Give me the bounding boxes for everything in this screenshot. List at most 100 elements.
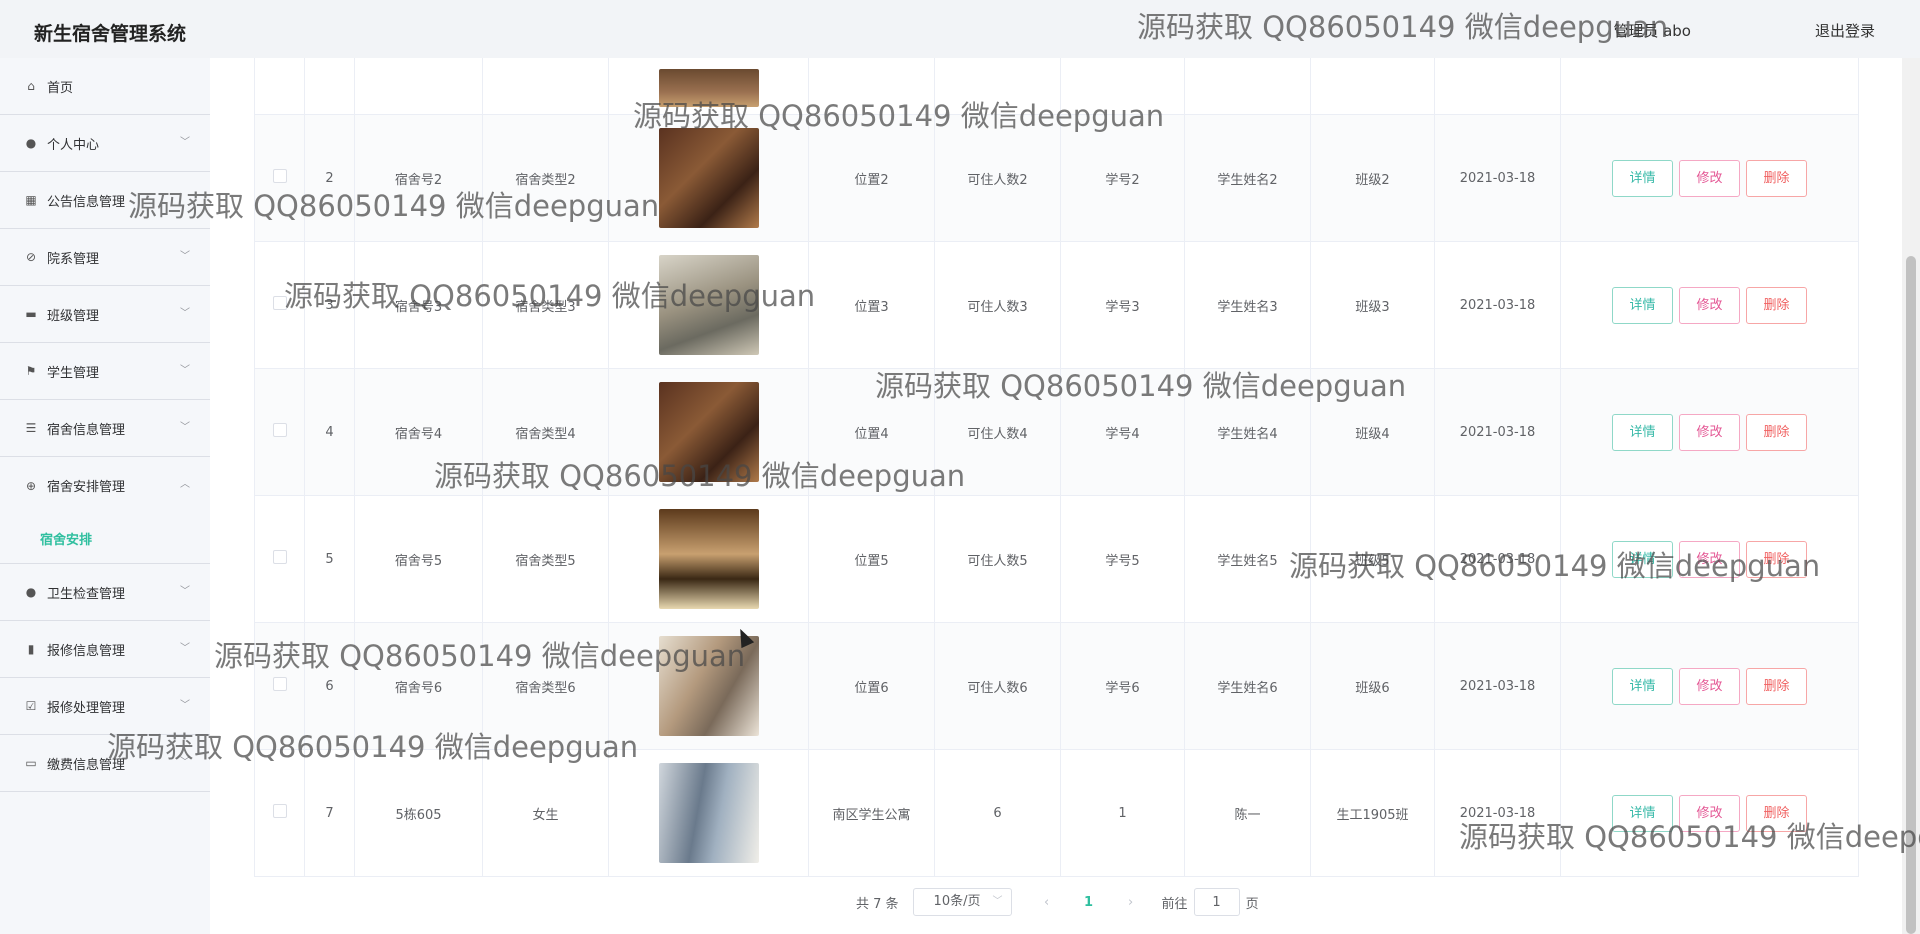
room-no: 5栋605 bbox=[354, 749, 483, 877]
page-number-current[interactable]: 1 bbox=[1074, 895, 1104, 910]
sidebar-item-label: 报修信息管理 bbox=[47, 643, 126, 659]
date: 2021-03-18 bbox=[1434, 749, 1561, 877]
sidebar-menu: ⌂ 首页 ● 个人中心 ﹀ ▦ 公告信息管理 ⊘ 院系管理 ﹀ ▬ 班级管理 ﹀… bbox=[0, 58, 210, 934]
chevron-down-icon: ﹀ bbox=[180, 422, 190, 433]
sidebar-item-label: 宿舍信息管理 bbox=[47, 422, 126, 438]
chevron-down-icon: ﹀ bbox=[992, 896, 1003, 907]
chevron-down-icon: ﹀ bbox=[180, 586, 190, 597]
logout-link[interactable]: 退出登录 bbox=[1815, 20, 1875, 41]
sidebar-item-hygiene[interactable]: ● 卫生检查管理 ﹀ bbox=[0, 564, 210, 621]
page-size-select[interactable]: 10条/页 ﹀ bbox=[912, 888, 1012, 916]
room-type: 女生 bbox=[482, 749, 609, 877]
sidebar-item-dorm-arrangement[interactable]: ⊕ 宿舍安排管理 ︿ bbox=[0, 457, 210, 514]
row-index: 7 bbox=[304, 749, 355, 877]
chevron-up-icon: ︿ bbox=[180, 479, 190, 490]
student-name: 学生姓名3 bbox=[1184, 241, 1311, 369]
edit-button[interactable]: 修改 bbox=[1679, 794, 1740, 832]
date: 2021-03-18 bbox=[1434, 495, 1561, 623]
delete-button[interactable]: 删除 bbox=[1746, 159, 1807, 197]
chevron-down-icon: ﹀ bbox=[180, 251, 190, 262]
edit-button[interactable]: 修改 bbox=[1679, 413, 1740, 451]
vertical-scrollbar[interactable] bbox=[1902, 0, 1920, 934]
edit-button[interactable]: 修改 bbox=[1679, 286, 1740, 324]
sidebar-item-classes[interactable]: ▬ 班级管理 ﹀ bbox=[0, 286, 210, 343]
student-name: 学生姓名4 bbox=[1184, 368, 1311, 496]
edit-button[interactable]: 修改 bbox=[1679, 667, 1740, 705]
detail-button[interactable]: 详情 bbox=[1612, 667, 1673, 705]
sidebar-item-dorm-info[interactable]: ☰ 宿舍信息管理 ﹀ bbox=[0, 400, 210, 457]
date: 2021-03-18 bbox=[1434, 368, 1561, 496]
flag-icon: ⚑ bbox=[25, 364, 37, 378]
chevron-down-icon: ﹀ bbox=[180, 700, 190, 711]
list-icon: ☰ bbox=[25, 421, 37, 435]
goto-label: 前往 bbox=[1161, 896, 1188, 912]
delete-button[interactable]: 删除 bbox=[1746, 286, 1807, 324]
pagination: 共 7 条 10条/页 ﹀ ‹ 1 › 前往 页 bbox=[856, 887, 1259, 917]
room-photo bbox=[658, 128, 759, 228]
delete-button[interactable]: 删除 bbox=[1746, 413, 1807, 451]
date: 2021-03-18 bbox=[1434, 241, 1561, 369]
user-icon: ● bbox=[25, 136, 37, 150]
room-no: 宿舍号2 bbox=[354, 114, 483, 242]
delete-button[interactable]: 删除 bbox=[1746, 540, 1807, 578]
class-name: 生工1905班 bbox=[1310, 749, 1435, 877]
grid-icon: ▦ bbox=[25, 193, 37, 207]
goto-page-input[interactable] bbox=[1193, 888, 1240, 916]
room-photo bbox=[658, 68, 759, 107]
row-checkbox[interactable] bbox=[272, 423, 287, 437]
sidebar-item-personal-center[interactable]: ● 个人中心 ﹀ bbox=[0, 115, 210, 172]
chevron-down-icon: ﹀ bbox=[180, 643, 190, 654]
location: 位置6 bbox=[808, 622, 935, 750]
detail-button[interactable]: 详情 bbox=[1612, 794, 1673, 832]
submenu-dorm-arrangement[interactable]: 宿舍安排 bbox=[0, 514, 210, 564]
page-size-value: 10条/页 bbox=[933, 894, 981, 909]
row-index: 2 bbox=[304, 114, 355, 242]
scrollbar-thumb[interactable] bbox=[1906, 256, 1916, 934]
row-checkbox[interactable] bbox=[272, 677, 287, 691]
sidebar-item-students[interactable]: ⚑ 学生管理 ﹀ bbox=[0, 343, 210, 400]
room-type: 宿舍类型4 bbox=[482, 368, 609, 496]
sidebar-item-departments[interactable]: ⊘ 院系管理 ﹀ bbox=[0, 229, 210, 286]
home-icon: ⌂ bbox=[27, 79, 35, 93]
sidebar-item-label: 缴费信息管理 bbox=[47, 757, 126, 773]
next-page-button[interactable]: › bbox=[1116, 895, 1146, 910]
date: 2021-03-18 bbox=[1434, 114, 1561, 242]
chevron-down-icon: ﹀ bbox=[180, 365, 190, 376]
edit-button[interactable]: 修改 bbox=[1679, 540, 1740, 578]
edit-button[interactable]: 修改 bbox=[1679, 159, 1740, 197]
sidebar-item-home[interactable]: ⌂ 首页 bbox=[0, 58, 210, 115]
sidebar-item-repair-handling[interactable]: ☑ 报修处理管理 ﹀ bbox=[0, 678, 210, 735]
student-no: 学号4 bbox=[1060, 368, 1185, 496]
room-photo bbox=[658, 255, 759, 355]
class-name: 班级2 bbox=[1310, 114, 1435, 242]
detail-button[interactable]: 详情 bbox=[1612, 159, 1673, 197]
sidebar-item-label: 院系管理 bbox=[47, 251, 100, 267]
room-no: 宿舍号6 bbox=[354, 622, 483, 750]
row-checkbox[interactable] bbox=[272, 550, 287, 564]
capacity: 6 bbox=[934, 749, 1061, 877]
room-type: 宿舍类型3 bbox=[482, 241, 609, 369]
row-checkbox[interactable] bbox=[272, 804, 287, 818]
room-photo bbox=[658, 382, 759, 482]
student-no: 学号5 bbox=[1060, 495, 1185, 623]
sidebar-item-payments[interactable]: ▭ 缴费信息管理 ﹀ bbox=[0, 735, 210, 792]
row-checkbox[interactable] bbox=[272, 169, 287, 183]
location: 南区学生公寓 bbox=[808, 749, 935, 877]
delete-button[interactable]: 删除 bbox=[1746, 667, 1807, 705]
detail-button[interactable]: 详情 bbox=[1612, 540, 1673, 578]
sidebar-item-label: 卫生检查管理 bbox=[47, 586, 126, 602]
student-name: 学生姓名5 bbox=[1184, 495, 1311, 623]
row-checkbox[interactable] bbox=[272, 296, 287, 310]
sidebar-item-announcements[interactable]: ▦ 公告信息管理 bbox=[0, 172, 210, 229]
detail-button[interactable]: 详情 bbox=[1612, 413, 1673, 451]
table-row: 7 5栋605 女生 南区学生公寓 6 1 陈一 生工1905班 2021-03… bbox=[254, 749, 1859, 877]
detail-button[interactable]: 详情 bbox=[1612, 286, 1673, 324]
sidebar-item-repair-info[interactable]: ▮ 报修信息管理 ﹀ bbox=[0, 621, 210, 678]
chat-icon: ▭ bbox=[25, 756, 37, 770]
student-no: 学号2 bbox=[1060, 114, 1185, 242]
room-no: 宿舍号3 bbox=[354, 241, 483, 369]
prev-page-button[interactable]: ‹ bbox=[1032, 895, 1062, 910]
goto-suffix: 页 bbox=[1245, 896, 1259, 912]
delete-button[interactable]: 删除 bbox=[1746, 794, 1807, 832]
room-photo bbox=[658, 763, 759, 863]
